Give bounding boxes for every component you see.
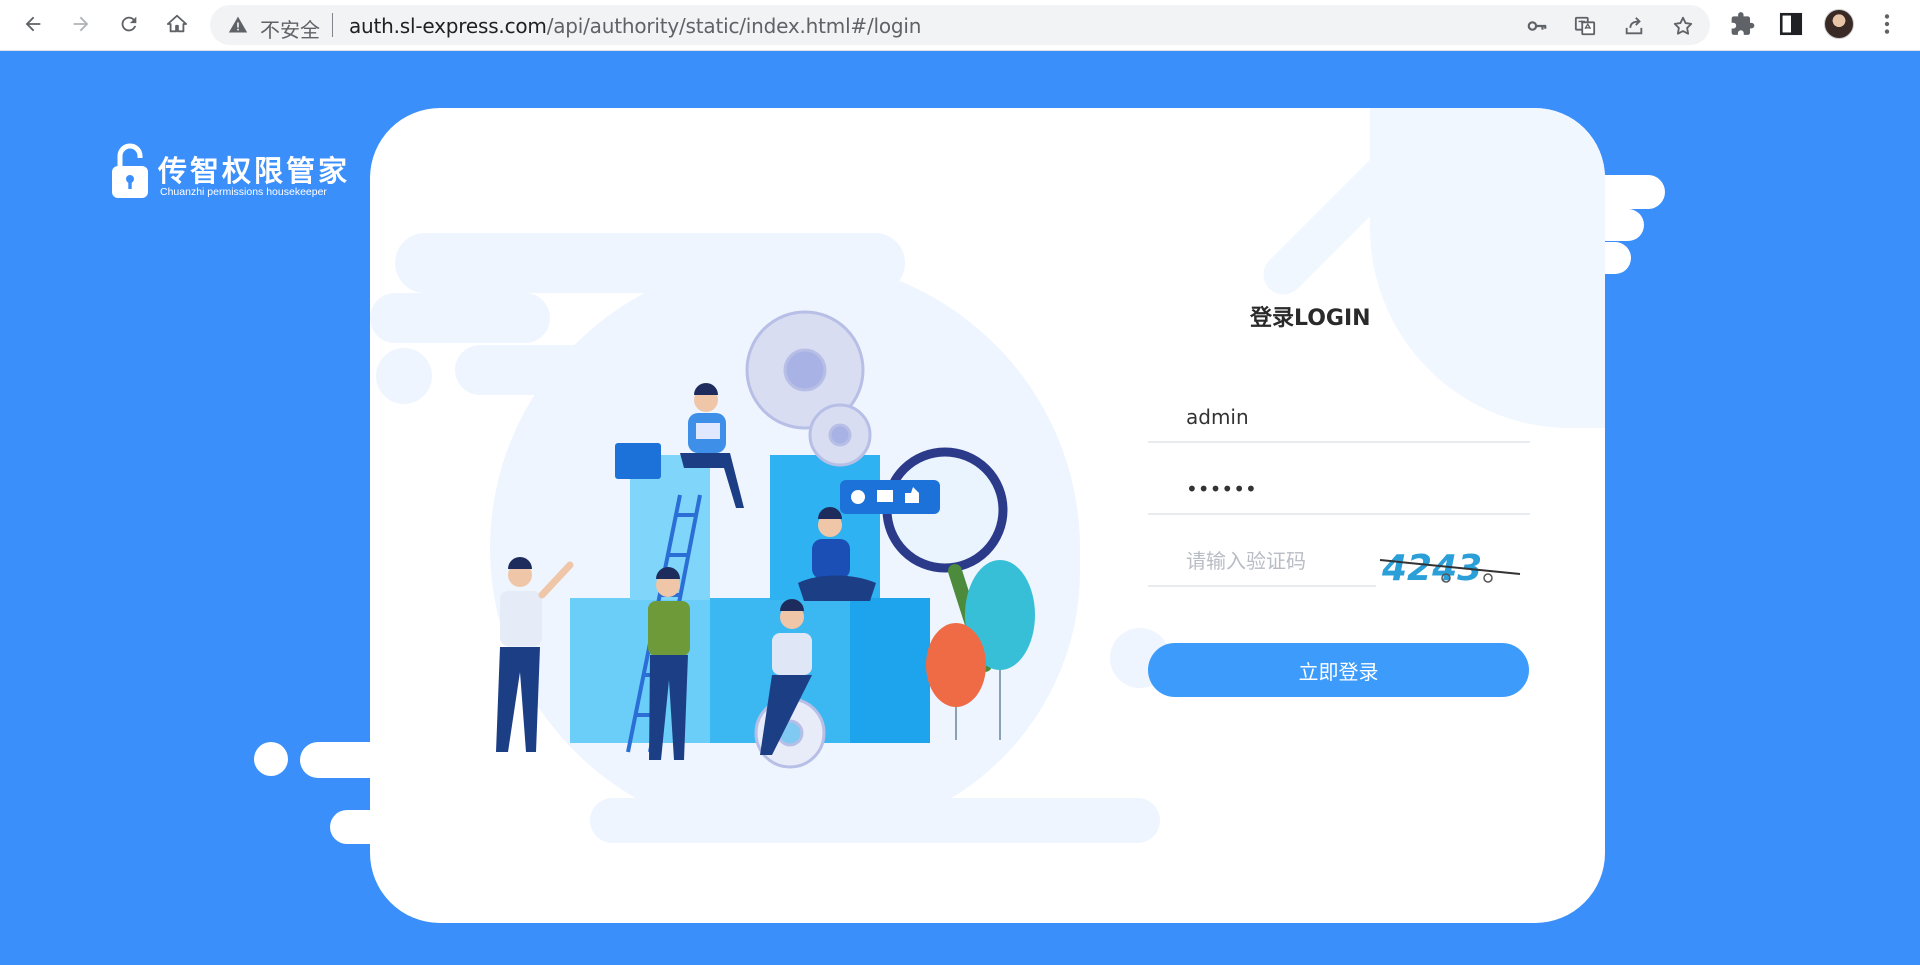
- address-bar[interactable]: 不安全 auth.sl-express.com/api/authority/st…: [210, 5, 1710, 45]
- url-host: auth.sl-express.com: [349, 14, 547, 38]
- password-field[interactable]: [1148, 465, 1530, 515]
- lock-icon: [112, 143, 148, 198]
- key-icon[interactable]: [1526, 15, 1548, 37]
- menu-icon[interactable]: [1874, 11, 1900, 37]
- forward-button[interactable]: [64, 7, 98, 41]
- home-icon: [166, 14, 188, 33]
- brand-subtitle: Chuanzhi permissions housekeeper: [160, 186, 327, 198]
- back-button[interactable]: [16, 7, 50, 41]
- login-button[interactable]: 立即登录: [1148, 643, 1529, 697]
- extensions-icon[interactable]: [1730, 11, 1756, 37]
- brand-title: 传智权限管家: [158, 154, 351, 188]
- person-figure: [496, 557, 574, 752]
- decor-dot: [254, 742, 288, 776]
- url-text[interactable]: auth.sl-express.com/api/authority/static…: [349, 14, 921, 38]
- brand-logo: 传智权限管家 Chuanzhi permissions housekeeper: [110, 142, 350, 202]
- url-path: /api/authority/static/index.html#/login: [546, 14, 922, 38]
- captcha-input[interactable]: [1148, 537, 1376, 587]
- chat-bubble-icon: [615, 443, 661, 479]
- reload-icon: [121, 16, 137, 32]
- browser-toolbar: 不安全 auth.sl-express.com/api/authority/st…: [0, 0, 1920, 51]
- divider: [332, 13, 333, 37]
- translate-icon[interactable]: [1574, 15, 1596, 37]
- reload-button[interactable]: [112, 7, 146, 41]
- home-button[interactable]: [160, 7, 194, 41]
- team-illustration: [496, 310, 1035, 769]
- captcha-image[interactable]: 4243: [1378, 540, 1524, 592]
- side-panel-icon[interactable]: [1778, 11, 1804, 37]
- warning-icon: [228, 16, 248, 33]
- back-icon: [25, 16, 41, 32]
- username-field[interactable]: [1148, 393, 1530, 443]
- star-icon[interactable]: [1672, 15, 1694, 37]
- share-icon[interactable]: [1623, 15, 1645, 37]
- forward-icon: [73, 16, 89, 32]
- avatar[interactable]: [1824, 9, 1854, 39]
- security-label[interactable]: 不安全: [260, 14, 320, 43]
- login-title: 登录LOGIN: [1250, 306, 1371, 331]
- plant-icon: [926, 560, 1035, 740]
